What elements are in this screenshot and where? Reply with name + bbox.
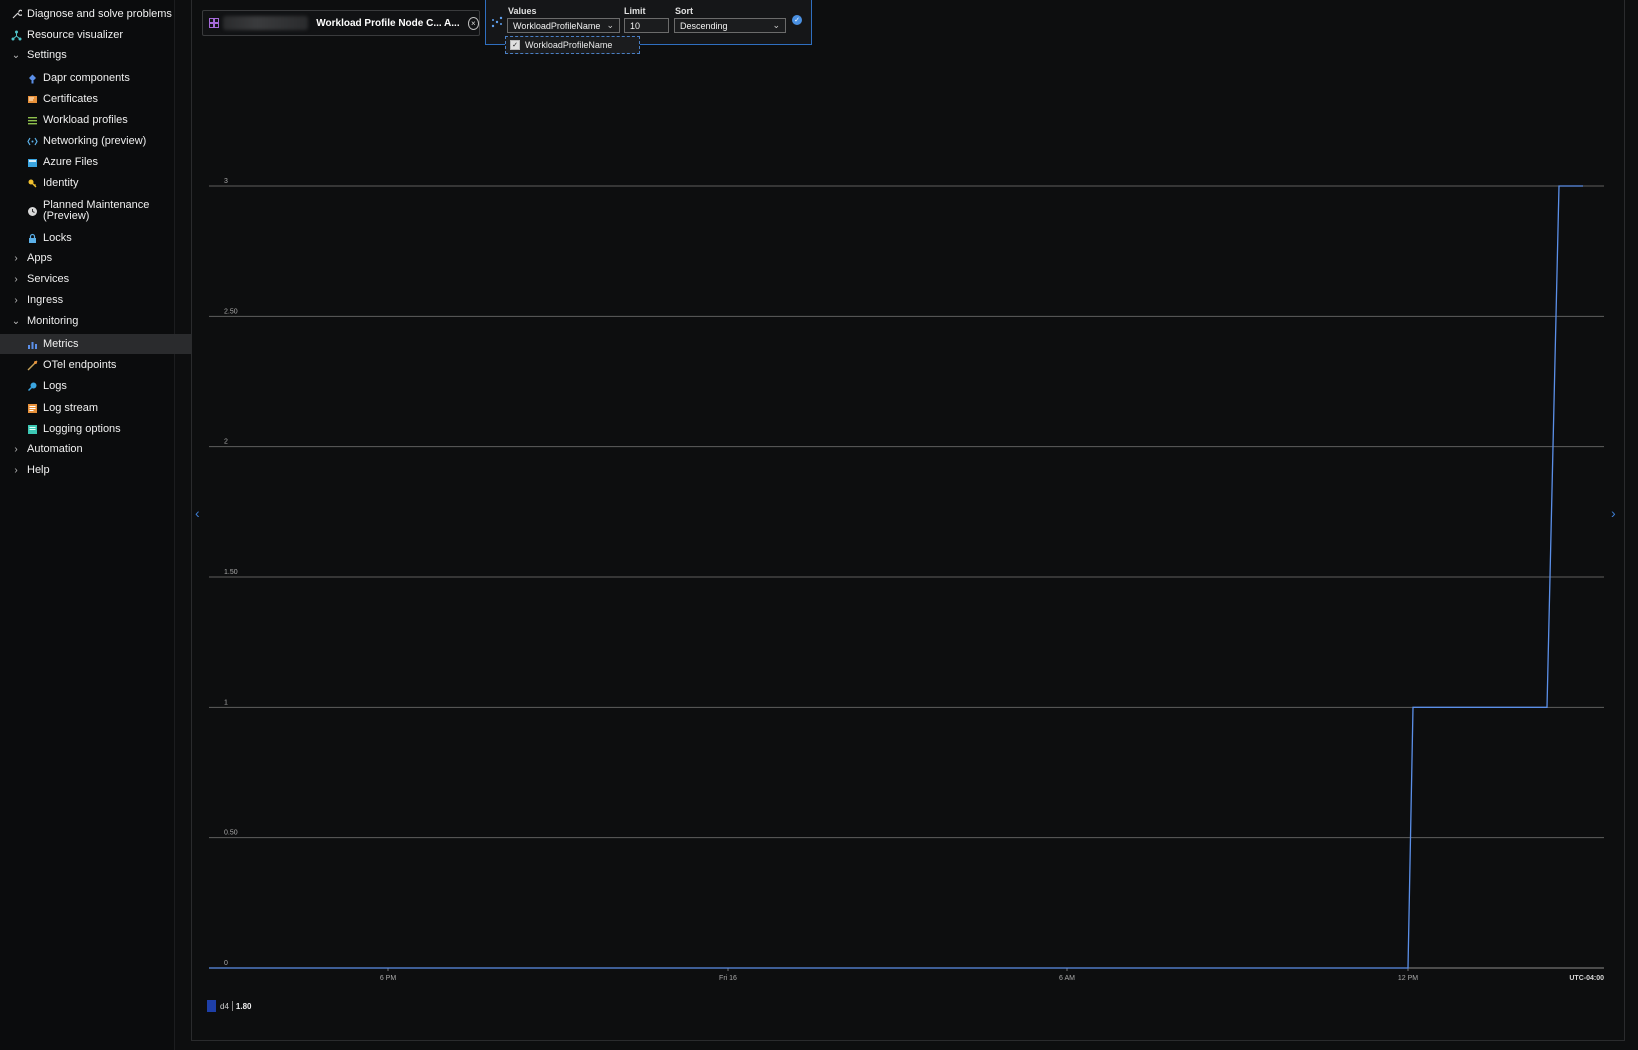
y-tick-label: 1.50 bbox=[224, 569, 238, 576]
metrics-chart: 0 0.50 1 1.50 2 2.50 3 6 PM Fri 16 6 AM 12 PM UTC-0… bbox=[209, 178, 1604, 982]
y-tick-label: 2.50 bbox=[224, 308, 238, 315]
x-tick-label: 6 PM bbox=[380, 975, 397, 982]
y-tick-label: 0.50 bbox=[224, 830, 238, 837]
y-tick-label: 0 bbox=[224, 960, 228, 967]
legend-swatch bbox=[207, 1000, 216, 1012]
y-tick-label: 2 bbox=[224, 439, 228, 446]
legend-series-value: 1.80 bbox=[235, 1001, 252, 1011]
y-tick-label: 3 bbox=[224, 178, 228, 185]
x-tick-label: 12 PM bbox=[1398, 975, 1418, 982]
y-tick-label: 1 bbox=[224, 699, 228, 706]
x-tick-label: Fri 16 bbox=[719, 975, 737, 982]
x-tick-label: 6 AM bbox=[1059, 975, 1075, 982]
chart-legend[interactable]: d4 1.80 bbox=[207, 1000, 251, 1012]
legend-series-name: d4 bbox=[220, 1001, 229, 1011]
chevron-left-icon[interactable]: ‹ bbox=[195, 505, 200, 521]
legend-divider bbox=[231, 1001, 233, 1011]
timezone-label: UTC-04:00 bbox=[1569, 975, 1604, 982]
chevron-right-icon[interactable]: › bbox=[1611, 505, 1616, 521]
